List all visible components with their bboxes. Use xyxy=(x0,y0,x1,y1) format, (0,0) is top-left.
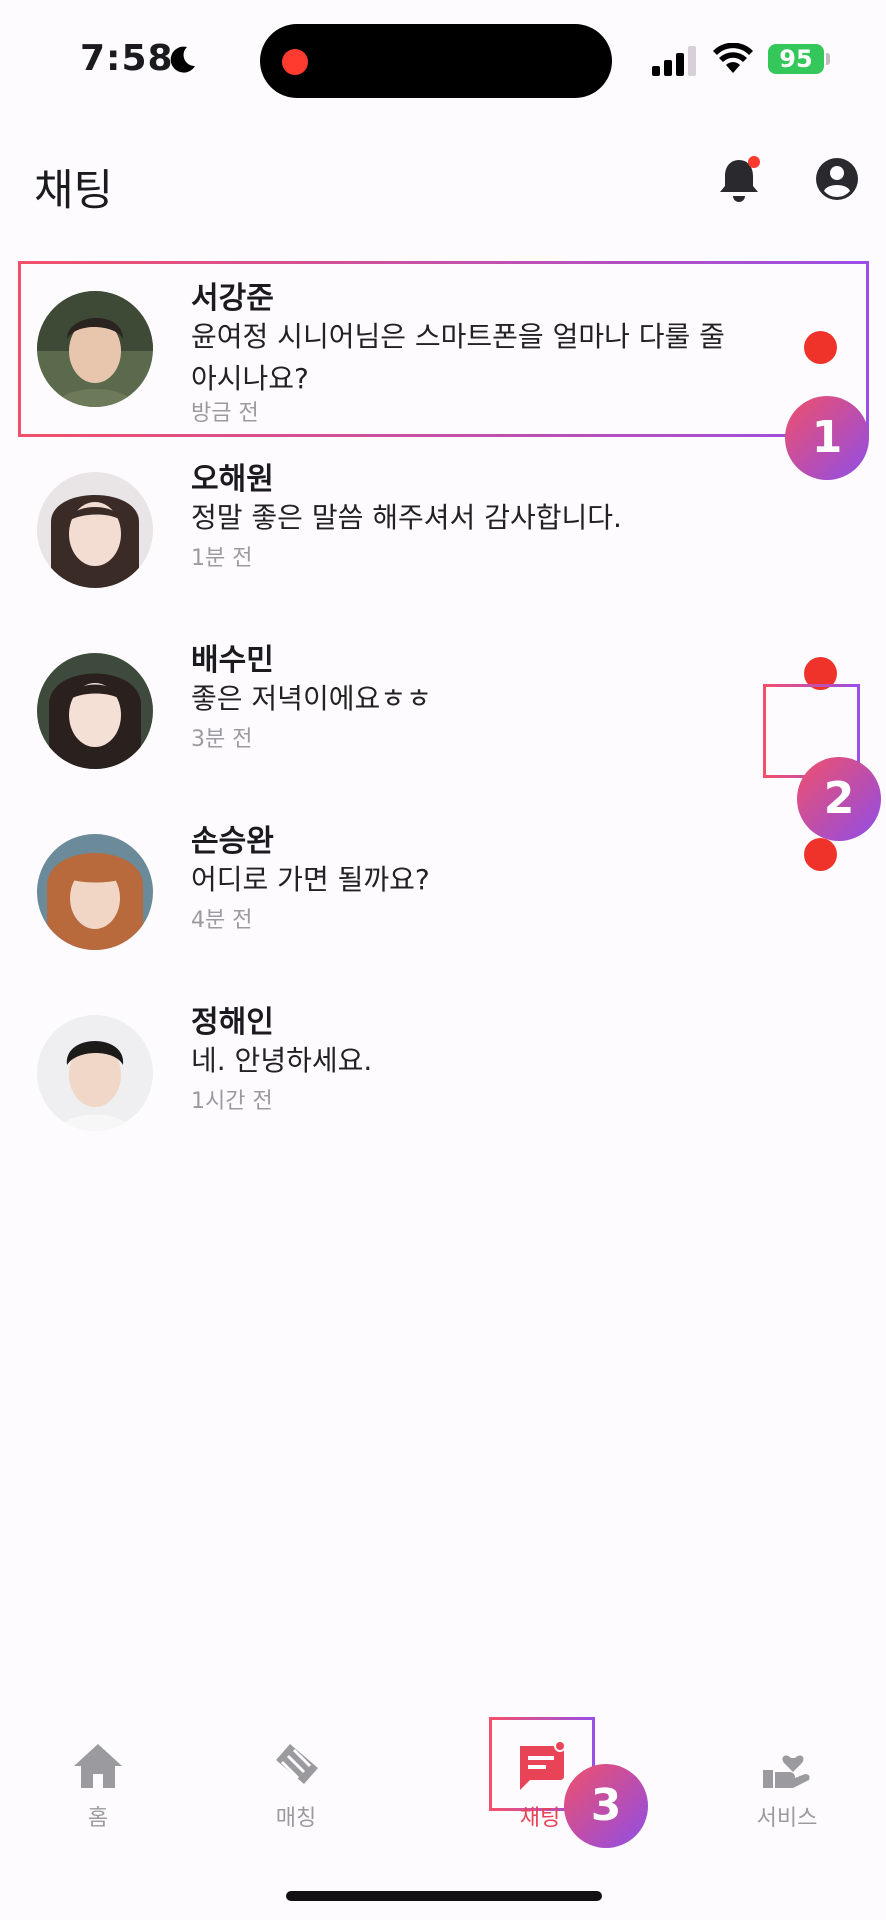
chat-item[interactable]: 배수민 좋은 저녁이에요ㅎㅎ 3분 전 xyxy=(0,617,886,798)
chat-message: 좋은 저녁이에요ㅎㅎ xyxy=(191,682,432,715)
annotation-box-first-chat xyxy=(18,261,869,437)
avatar xyxy=(37,653,153,769)
tab-home[interactable]: 홈 xyxy=(38,1718,158,1848)
chat-message: 어디로 가면 될까요? xyxy=(191,863,430,896)
dynamic-island xyxy=(260,24,612,98)
chat-name: 손승완 xyxy=(191,824,274,859)
cellular-signal-icon xyxy=(652,46,696,76)
avatar xyxy=(37,834,153,950)
chat-name: 정해인 xyxy=(191,1005,274,1040)
avatar xyxy=(37,1015,153,1131)
chat-item[interactable]: 손승완 어디로 가면 될까요? 4분 전 xyxy=(0,798,886,979)
chat-time: 1분 전 xyxy=(191,546,253,571)
handshake-icon xyxy=(276,1744,318,1784)
chat-name: 오해원 xyxy=(191,462,274,497)
battery-tip xyxy=(826,53,830,65)
tab-label: 홈 xyxy=(87,1806,109,1831)
home-icon xyxy=(74,1744,122,1788)
service-hand-heart-icon xyxy=(763,1755,810,1788)
status-time: 7:58 xyxy=(80,38,174,79)
recording-indicator xyxy=(282,49,308,75)
notification-dot xyxy=(748,156,760,168)
page-title: 채팅 xyxy=(34,166,114,216)
chat-time: 4분 전 xyxy=(191,908,253,933)
chat-icon xyxy=(520,1740,566,1790)
chat-name: 배수민 xyxy=(191,643,274,678)
tab-matching[interactable]: 매칭 xyxy=(236,1718,356,1848)
home-indicator xyxy=(286,1891,602,1901)
chat-item[interactable]: 오해원 정말 좋은 말씀 해주셔서 감사합니다. 1분 전 xyxy=(0,436,886,617)
chat-item[interactable]: 정해인 네. 안녕하세요. 1시간 전 xyxy=(0,979,886,1160)
chat-time: 1시간 전 xyxy=(191,1089,273,1114)
annotation-badge: 2 xyxy=(797,757,881,841)
chat-time: 3분 전 xyxy=(191,727,253,752)
wifi-icon xyxy=(713,43,753,73)
chat-message: 네. 안녕하세요. xyxy=(191,1044,373,1077)
annotation-badge: 1 xyxy=(785,396,869,480)
chat-message: 정말 좋은 말씀 해주셔서 감사합니다. xyxy=(191,501,622,534)
tab-bar: 홈 매칭 채팅 서비스 xyxy=(0,1718,886,1848)
unread-dot xyxy=(804,838,837,871)
profile-icon[interactable] xyxy=(815,157,859,201)
avatar xyxy=(37,472,153,588)
battery-indicator: 95 xyxy=(768,44,824,74)
status-bar: 7:58 95 xyxy=(0,0,886,120)
tab-service[interactable]: 서비스 xyxy=(727,1718,847,1848)
tab-label: 매칭 xyxy=(275,1806,317,1831)
moon-icon xyxy=(170,46,195,73)
tab-label: 서비스 xyxy=(756,1806,818,1831)
annotation-badge: 3 xyxy=(564,1764,648,1848)
